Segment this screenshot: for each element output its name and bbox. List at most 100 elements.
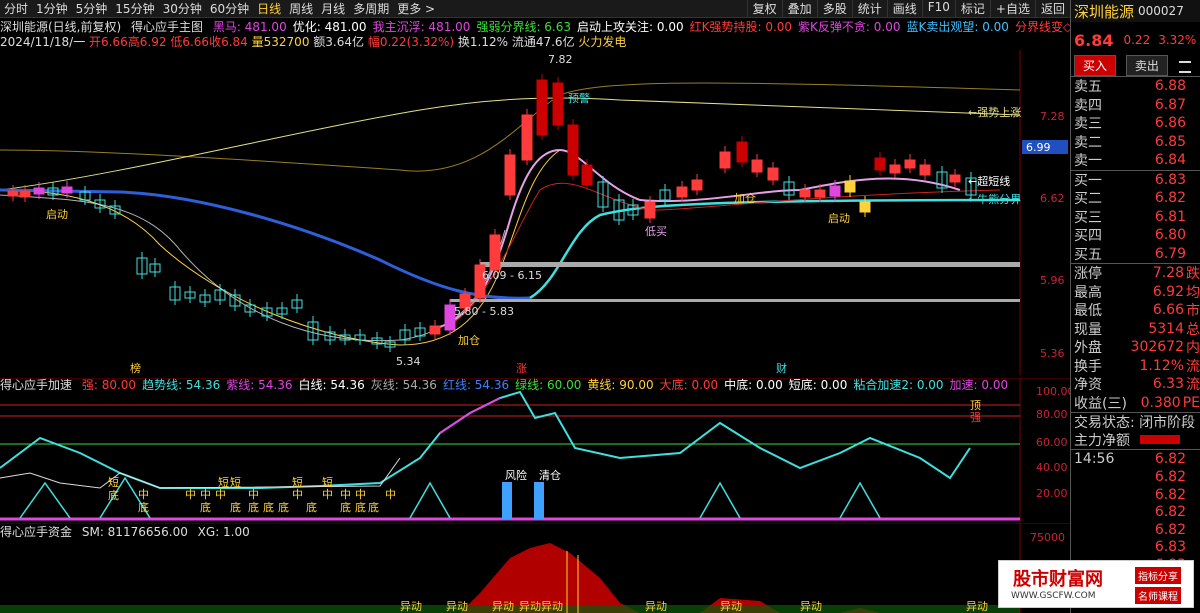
accel-axis-tick: 20.00 <box>1036 487 1068 500</box>
signal-mark-duan: 短 <box>108 475 119 489</box>
candle-body <box>904 159 916 169</box>
tick-row: 6.82 <box>1071 521 1200 539</box>
accel-axis-tick: 100.00 <box>1036 385 1070 398</box>
candle-body <box>814 189 826 198</box>
yidong-label: 异动 <box>800 600 822 613</box>
period-tab-7[interactable]: 周线 <box>285 0 317 17</box>
signal-mark-di: 底 <box>138 500 149 514</box>
signal-mark-duan: 短 <box>322 475 333 489</box>
tool-button-2[interactable]: 多股 <box>816 0 852 17</box>
header-indicator-8: 分界线变◇ <box>1014 20 1073 34</box>
asks-row: 卖五 6.88 <box>1071 77 1200 96</box>
tool-button-5[interactable]: F10 <box>921 0 955 17</box>
candle-body <box>949 174 961 183</box>
tool-button-3[interactable]: 统计 <box>851 0 887 17</box>
tool-button-6[interactable]: 标记 <box>954 0 990 17</box>
period-tab-2[interactable]: 5分钟 <box>72 0 112 17</box>
clear-bar <box>534 482 544 519</box>
header-indicator-0: 黑马: 481.00 <box>212 20 287 34</box>
period-tab-10[interactable]: 更多 > <box>393 0 439 17</box>
period-tab-8[interactable]: 月线 <box>317 0 349 17</box>
period-tab-0[interactable]: 分时 <box>0 0 32 17</box>
candle-body <box>736 141 748 163</box>
signal-mark-zhong: 中 <box>138 488 149 501</box>
row-value: 1.12% <box>1139 357 1184 374</box>
row-label: 净资 <box>1074 377 1102 394</box>
candle-body <box>489 234 501 271</box>
candle-body <box>61 186 73 194</box>
menu-icon[interactable] <box>1178 60 1191 73</box>
tick-price: 6.82 <box>1154 521 1186 538</box>
period-tab-1[interactable]: 1分钟 <box>32 0 72 17</box>
period-tab-3[interactable]: 15分钟 <box>111 0 158 17</box>
candle-body <box>581 164 593 186</box>
low-label: 低6.66 <box>170 35 210 49</box>
candle-body <box>719 151 731 169</box>
signal-mark-zhong: 中 <box>385 488 396 501</box>
stats-row: 换手 1.12% 流 <box>1071 357 1200 376</box>
stat-list: 涨停 7.28 跌最高 6.92 均最低 6.66 市现量 5314 总外盘 302672 内换手 1… <box>1071 263 1200 412</box>
capital-indicator-chart[interactable]: 75000 异动 异动 异动 异动异动 异动 异动 异动 异动 <box>0 523 1070 613</box>
stock-name: 深圳能源 <box>1074 2 1135 21</box>
chart-title: 深圳能源(日线,前复权) <box>0 20 122 34</box>
row-value: 6.85 <box>1154 133 1186 150</box>
tick-list: 14:566.826.826.826.826.826.836.83 <box>1071 449 1200 574</box>
row-value: 6.87 <box>1154 96 1186 113</box>
yidong-label: 异动 <box>400 600 422 613</box>
resistance-zone-bar <box>480 262 1020 267</box>
candle-body <box>859 201 871 213</box>
sell-button[interactable]: 卖出 <box>1125 55 1168 76</box>
header-indicator-4: 启动上攻关注: 0.00 <box>577 20 684 34</box>
support-zone-bar <box>450 299 1020 302</box>
tick-price: 6.82 <box>1154 469 1186 486</box>
main-net-row[interactable]: 主力净额 <box>1071 431 1200 450</box>
row-label: 买四 <box>1074 228 1102 245</box>
header-indicator-3: 强弱分界线: 6.63 <box>476 20 572 34</box>
price-pct: 3.32% <box>1158 33 1197 47</box>
signal-mark-duan: 短 <box>292 475 303 489</box>
row-value: 6.82 <box>1154 190 1186 207</box>
amount-label: 额3.64亿 <box>313 35 365 49</box>
yidong-label: 异动 <box>645 600 667 613</box>
buy-button[interactable]: 买入 <box>1074 55 1117 76</box>
candle-body <box>552 82 564 126</box>
candle-body <box>7 190 19 197</box>
asks-row: 卖四 6.87 <box>1071 96 1200 115</box>
candle-body <box>889 164 901 174</box>
candle-body <box>691 179 703 191</box>
tick-row: 6.82 <box>1071 469 1200 487</box>
main-kline-chart[interactable]: 7.82 5.34 6.09 - 6.15 5.80 - 5.83 启动 启动 … <box>0 50 1070 375</box>
stats-row: 现量 5314 总 <box>1071 320 1200 339</box>
period-tab-4[interactable]: 30分钟 <box>159 0 206 17</box>
candle-body <box>829 185 841 197</box>
tool-button-0[interactable]: 复权 <box>746 0 782 17</box>
header-indicator-6: 紫K反弹不贪: 0.00 <box>798 20 901 34</box>
stats-row: 最低 6.66 市 <box>1071 301 1200 320</box>
blue-trend-line <box>0 188 531 300</box>
yidong-label: 异动 <box>446 600 468 613</box>
trade-buttons: 买入 卖出 <box>1071 52 1200 76</box>
row-label: 买三 <box>1074 209 1102 226</box>
signal-mark-zhong: 中 <box>322 488 333 501</box>
tool-button-7[interactable]: +自选 <box>989 0 1035 17</box>
tool-button-1[interactable]: 叠加 <box>781 0 817 17</box>
tick-row: 6.83 <box>1071 539 1200 557</box>
row-extra: 内 <box>1186 340 1200 357</box>
candle-body <box>521 114 533 161</box>
tool-button-4[interactable]: 画线 <box>886 0 922 17</box>
tick-time-row: 14:56 6.82 <box>1071 450 1200 469</box>
header-indicator-5: 红K强势持股: 0.00 <box>689 20 793 34</box>
period-tab-5[interactable]: 60分钟 <box>206 0 253 17</box>
float-label: 流通47.6亿 <box>511 35 575 49</box>
candle-body <box>644 201 656 219</box>
signal-mark-zhong: 中 <box>215 488 226 501</box>
signal-mark-duan: 短 <box>230 475 241 489</box>
accel-indicator-chart[interactable]: 风险 清仓 顶 强 短底 中底中 中底短 短中底中底底底短中底短中 中底中底 底中 100… <box>0 378 1070 523</box>
period-tab-6[interactable]: 日线 <box>253 0 285 17</box>
candle-body <box>844 180 856 193</box>
row-label: 最低 <box>1074 303 1102 320</box>
support-zone-label: 5.80 - 5.83 <box>454 305 514 318</box>
tool-button-8[interactable]: 返回 <box>1034 0 1070 17</box>
formula-name[interactable]: 得心应手主图 <box>131 20 203 34</box>
period-tab-9[interactable]: 多周期 <box>349 0 393 17</box>
